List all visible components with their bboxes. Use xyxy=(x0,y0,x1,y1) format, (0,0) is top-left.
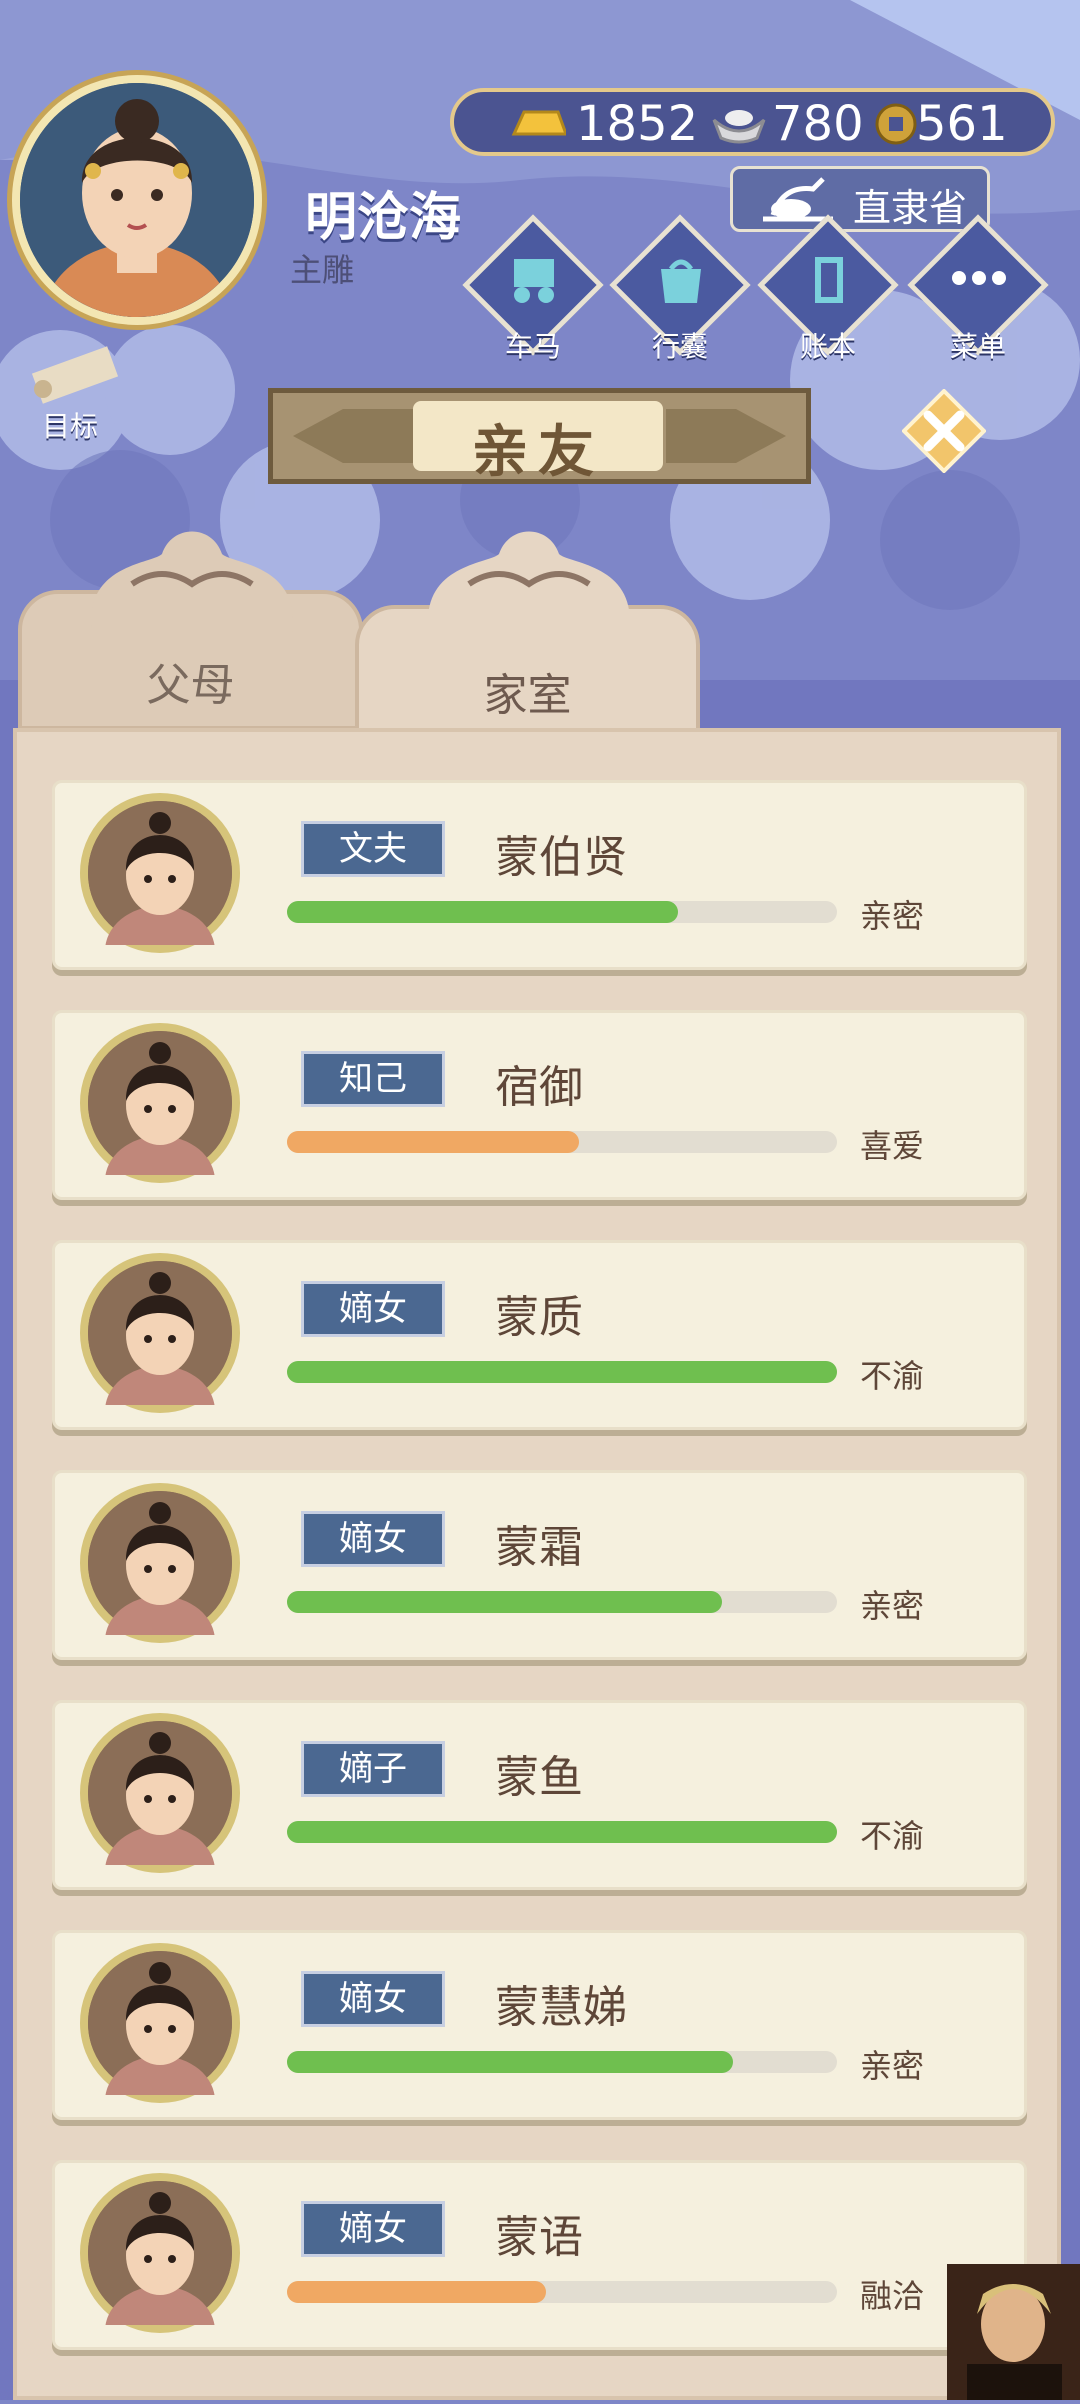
goal-button[interactable]: 目标 xyxy=(15,345,125,443)
member-portrait[interactable] xyxy=(80,1023,240,1226)
affinity-bar xyxy=(287,2051,837,2073)
relation-tag: 嫡女 xyxy=(301,1971,445,2027)
affinity-bar-fill xyxy=(287,1361,837,1383)
coin-icon xyxy=(875,103,917,145)
carriage-label: 车马 xyxy=(504,330,561,363)
member-name: 蒙霜 xyxy=(495,1522,583,1573)
affinity-bar xyxy=(287,901,837,923)
portrait-icon xyxy=(88,1031,232,1226)
tab-parents-label: 父母 xyxy=(146,660,235,711)
coin-count: 561 xyxy=(916,96,1008,152)
family-member-row[interactable]: 嫡女 蒙语融洽 xyxy=(52,2160,1027,2376)
avatar-icon xyxy=(947,2264,1080,2400)
more-menu-button[interactable]: 菜单 xyxy=(907,214,1049,375)
portrait-icon xyxy=(88,1261,232,1456)
family-member-row[interactable]: 知己 宿御喜爱 xyxy=(52,1010,1027,1226)
carriage-button[interactable]: 车马 xyxy=(462,214,604,375)
location-text: 直隶省 xyxy=(853,186,968,230)
affinity-bar xyxy=(287,1821,837,1843)
silver-ingot-icon xyxy=(712,110,766,144)
banner-ornament-right xyxy=(666,409,786,463)
relationship-status: 喜爱 xyxy=(860,1127,925,1165)
affinity-bar xyxy=(287,1361,837,1383)
family-member-row[interactable]: 文夫 蒙伯贤亲密 xyxy=(52,780,1027,996)
member-portrait[interactable] xyxy=(80,2173,240,2376)
tab-family-label: 家室 xyxy=(483,670,572,721)
banner-inner: 亲友 xyxy=(413,401,663,485)
member-name: 蒙语 xyxy=(495,2212,583,2263)
silver-count: 780 xyxy=(772,96,864,152)
affinity-bar xyxy=(287,1591,837,1613)
relationship-status: 亲密 xyxy=(860,2047,925,2085)
affinity-bar xyxy=(287,1131,837,1153)
relation-tag: 嫡女 xyxy=(301,2201,445,2257)
page-title: 亲友 xyxy=(472,420,604,485)
banner-ornament-left xyxy=(293,409,413,463)
portrait-icon xyxy=(88,2181,232,2376)
ledger-icon xyxy=(815,257,843,303)
tab-family[interactable]: 家室 xyxy=(355,531,700,735)
member-portrait[interactable] xyxy=(80,1713,240,1916)
affinity-bar-fill xyxy=(287,901,678,923)
relation-tag: 嫡女 xyxy=(301,1281,445,1337)
bag-icon xyxy=(661,259,701,303)
affinity-bar-fill xyxy=(287,1131,579,1153)
gold-bar-icon xyxy=(511,110,566,136)
portrait-icon xyxy=(88,1491,232,1686)
relationship-status: 不渝 xyxy=(860,1817,925,1855)
portrait-icon xyxy=(88,1721,232,1916)
tab-parents[interactable]: 父母 xyxy=(18,531,363,730)
member-portrait[interactable] xyxy=(80,1483,240,1686)
gold-count: 1852 xyxy=(576,96,699,152)
member-name: 蒙慧娣 xyxy=(495,1982,627,2033)
affinity-bar-fill xyxy=(287,1591,722,1613)
relationship-status: 不渝 xyxy=(860,1357,925,1395)
member-name: 宿御 xyxy=(495,1062,583,1113)
relation-tag: 嫡子 xyxy=(301,1741,445,1797)
scroll-icon xyxy=(31,346,119,404)
currency-bar: 1852 780 561 xyxy=(450,88,1055,156)
player-portrait-icon xyxy=(20,83,254,317)
corner-avatar-thumbnail[interactable] xyxy=(947,2264,1080,2400)
portrait-icon xyxy=(88,1951,232,2146)
bag-button[interactable]: 行囊 xyxy=(609,214,751,375)
affinity-bar xyxy=(287,2281,837,2303)
carriage-icon xyxy=(514,259,554,303)
goal-label: 目标 xyxy=(41,410,98,443)
relationship-status: 融洽 xyxy=(860,2277,925,2315)
ledger-button[interactable]: 账本 xyxy=(757,214,899,375)
more-icon xyxy=(952,271,1006,285)
player-title: 主雕 xyxy=(290,251,355,289)
cloud-ornament xyxy=(428,531,630,634)
cloud-ornament xyxy=(91,531,293,634)
title-banner: 亲友 xyxy=(268,388,811,485)
relationship-status: 亲密 xyxy=(860,897,925,935)
portrait-icon xyxy=(88,801,232,996)
member-name: 蒙鱼 xyxy=(495,1752,583,1803)
relation-tag: 文夫 xyxy=(301,821,445,877)
player-name: 明沧海 xyxy=(305,188,462,248)
relation-tag: 知己 xyxy=(301,1051,445,1107)
family-member-row[interactable]: 嫡女 蒙霜亲密 xyxy=(52,1470,1027,1686)
family-member-row[interactable]: 嫡女 蒙质不渝 xyxy=(52,1240,1027,1456)
close-button[interactable] xyxy=(902,389,986,473)
affinity-bar-fill xyxy=(287,1821,837,1843)
member-portrait[interactable] xyxy=(80,1253,240,1456)
member-portrait[interactable] xyxy=(80,1943,240,2146)
menu-label: 菜单 xyxy=(949,330,1006,363)
ledger-label: 账本 xyxy=(799,330,856,363)
location-button[interactable]: 直隶省 xyxy=(730,166,990,232)
member-portrait[interactable] xyxy=(80,793,240,996)
member-name: 蒙伯贤 xyxy=(495,832,627,883)
bag-label: 行囊 xyxy=(651,330,708,363)
affinity-bar-fill xyxy=(287,2281,546,2303)
player-avatar[interactable] xyxy=(12,75,262,325)
family-member-row[interactable]: 嫡子 蒙鱼不渝 xyxy=(52,1700,1027,1916)
family-member-row[interactable]: 嫡女 蒙慧娣亲密 xyxy=(52,1930,1027,2146)
relationship-status: 亲密 xyxy=(860,1587,925,1625)
affinity-bar-fill xyxy=(287,2051,733,2073)
member-name: 蒙质 xyxy=(495,1292,583,1343)
relation-tag: 嫡女 xyxy=(301,1511,445,1567)
